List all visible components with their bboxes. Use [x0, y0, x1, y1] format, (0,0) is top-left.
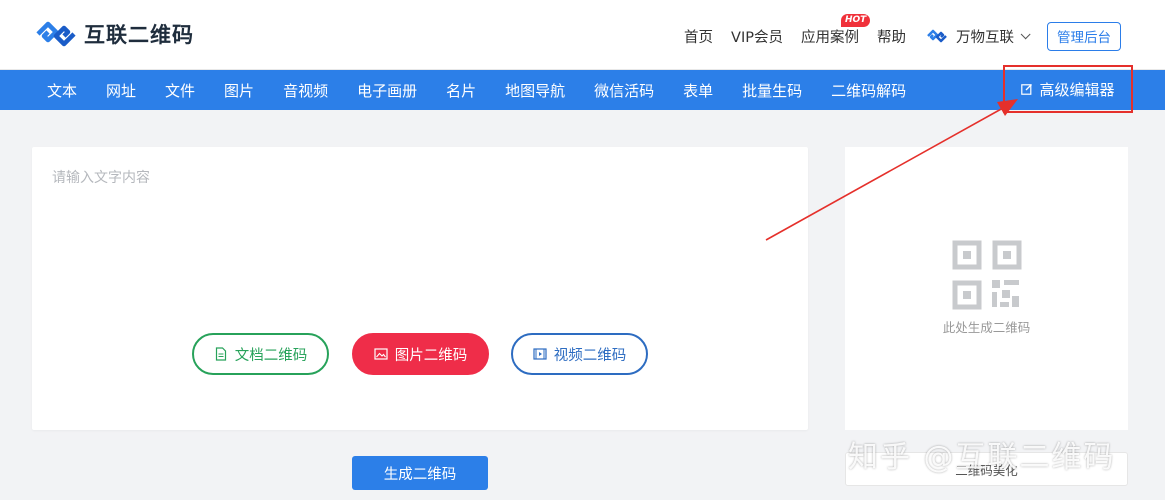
admin-button[interactable]: 管理后台 — [1047, 21, 1121, 51]
nav-file[interactable]: 文件 — [165, 80, 195, 101]
logo[interactable]: 互联二维码 — [34, 16, 194, 52]
brand-dropdown[interactable]: 万物互联 — [926, 26, 1031, 47]
nav-batch[interactable]: 批量生码 — [742, 80, 802, 101]
logo-icon — [36, 21, 76, 47]
top-header: 互联二维码 首页 VIP会员 应用案例 HOT 帮助 万物互联 管理后台 — [0, 0, 1165, 70]
edit-icon — [1021, 84, 1033, 95]
nav-image[interactable]: 图片 — [224, 80, 254, 101]
nav-help[interactable]: 帮助 — [877, 26, 906, 47]
image-qrcode-button[interactable]: 图片二维码 — [352, 333, 489, 375]
video-icon — [533, 348, 547, 360]
document-icon — [215, 347, 226, 361]
watermark-text: 知乎 @互联二维码 — [848, 440, 1116, 475]
nav-ebook[interactable]: 电子画册 — [357, 80, 417, 101]
qrcode-preview-card: 此处生成二维码 — [845, 147, 1128, 430]
nav-decode[interactable]: 二维码解码 — [831, 80, 906, 101]
doc-qrcode-label: 文档二维码 — [234, 347, 308, 364]
advanced-editor-button[interactable]: 高级编辑器 — [1003, 65, 1133, 113]
nav-wechat-code[interactable]: 微信活码 — [594, 80, 654, 101]
content-input-card: 文档二维码 图片二维码 视频二维码 — [32, 147, 808, 430]
doc-qrcode-button[interactable]: 文档二维码 — [192, 333, 329, 375]
preview-placeholder-text: 此处生成二维码 — [942, 320, 1031, 335]
nav-cases[interactable]: 应用案例 HOT — [801, 13, 871, 47]
category-navbar: 文本 网址 文件 图片 音视频 电子画册 名片 地图导航 微信活码 表单 批量生… — [0, 70, 1165, 110]
qrcode-icon — [952, 240, 1022, 310]
nav-map[interactable]: 地图导航 — [505, 80, 565, 101]
text-content-input[interactable] — [52, 167, 788, 317]
nav-cases-label: 应用案例 — [801, 29, 859, 46]
nav-audio-video[interactable]: 音视频 — [283, 80, 328, 101]
video-qrcode-label: 视频二维码 — [553, 347, 627, 364]
nav-text[interactable]: 文本 — [47, 80, 77, 101]
chevron-down-icon — [1020, 28, 1031, 39]
top-nav: 首页 VIP会员 应用案例 HOT 帮助 万物互联 管理后台 — [684, 13, 1121, 52]
logo-text: 互联二维码 — [84, 23, 194, 47]
video-qrcode-button[interactable]: 视频二维码 — [511, 333, 648, 375]
nav-business-card[interactable]: 名片 — [446, 80, 476, 101]
nav-home[interactable]: 首页 — [684, 26, 713, 47]
nav-vip[interactable]: VIP会员 — [731, 26, 783, 47]
advanced-editor-label: 高级编辑器 — [1039, 80, 1115, 99]
page: 互联二维码 首页 VIP会员 应用案例 HOT 帮助 万物互联 管理后台 文本 … — [0, 0, 1165, 500]
nav-url[interactable]: 网址 — [106, 80, 136, 101]
hot-badge: HOT — [841, 13, 871, 27]
brand-logo-icon — [927, 29, 947, 43]
image-icon — [374, 348, 388, 360]
nav-form[interactable]: 表单 — [683, 80, 713, 101]
image-qrcode-label: 图片二维码 — [394, 347, 468, 364]
brand-dropdown-label: 万物互联 — [956, 29, 1014, 46]
generate-qrcode-button[interactable]: 生成二维码 — [352, 456, 488, 490]
category-nav-items: 文本 网址 文件 图片 音视频 电子画册 名片 地图导航 微信活码 表单 批量生… — [47, 70, 935, 110]
